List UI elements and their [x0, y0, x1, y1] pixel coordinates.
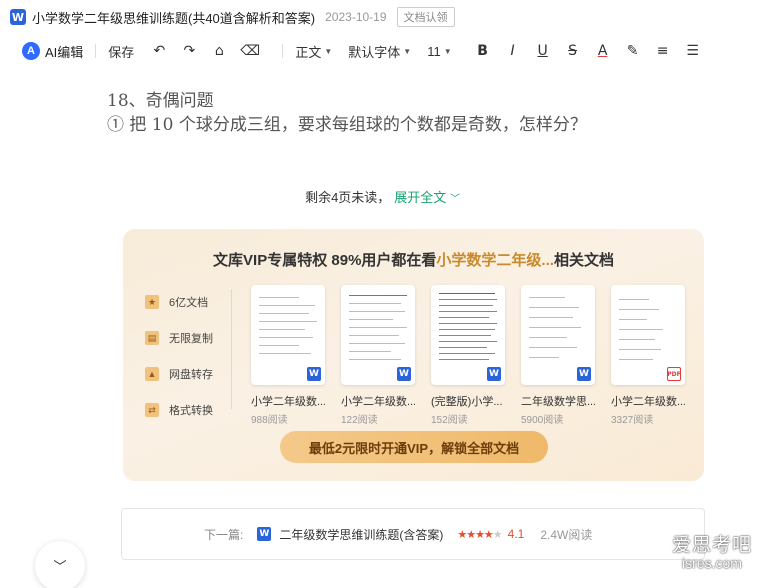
- open-vip-button[interactable]: 最低2元限时开通VIP，解锁全部文档: [280, 431, 548, 463]
- font-family-value: 默认字体: [348, 44, 401, 60]
- toolbar-divider: [282, 44, 284, 58]
- align-icon[interactable]: ≡: [654, 43, 672, 59]
- paragraph-style-value: 正文: [295, 44, 322, 60]
- eraser-icon[interactable]: ⌫: [240, 43, 260, 59]
- related-doc-name: (完整版)小学...: [431, 396, 503, 408]
- format-painter-icon[interactable]: ⌂: [210, 43, 228, 59]
- paragraph-style-select[interactable]: 正文 ▼: [295, 42, 332, 61]
- perk-label: 格式转换: [169, 405, 213, 417]
- vip-headline: 文库VIP专属特权 89%用户都在看小学数学二年级...相关文档: [123, 249, 704, 270]
- doc-thumbnail: PDF: [611, 285, 685, 385]
- related-doc-reads: 5900阅读: [521, 415, 564, 426]
- word-doc-icon: W: [10, 9, 26, 25]
- chevron-down-icon: ▼: [443, 46, 452, 56]
- strikethrough-icon[interactable]: S: [564, 43, 582, 59]
- underline-icon[interactable]: U: [534, 43, 552, 59]
- perk-item: ★ 6亿文档: [145, 284, 235, 320]
- font-size-value: 11: [427, 43, 441, 59]
- cloud-drive-icon: ▲: [145, 367, 159, 381]
- chevron-down-icon: ▼: [403, 46, 412, 56]
- word-format-icon: W: [307, 367, 321, 381]
- related-doc-card[interactable]: PDF 小学二年级数... 3327阅读: [611, 285, 685, 426]
- ai-edit-button[interactable]: A AI编辑: [22, 42, 83, 61]
- related-doc-card[interactable]: W 小学二年级数... 122阅读: [341, 285, 415, 426]
- pdf-format-icon: PDF: [667, 367, 681, 381]
- doc-thumbnail: W: [521, 285, 595, 385]
- word-format-icon: W: [397, 367, 411, 381]
- editor-toolbar: A AI编辑 保存 ↶ ↷ ⌂ ⌫ 正文 ▼ 默认字体 ▼ 11 ▼ B I U S …: [0, 36, 765, 66]
- italic-icon[interactable]: I: [504, 43, 522, 59]
- doc-date: 2023-10-19: [325, 10, 387, 24]
- convert-icon: ⇄: [145, 403, 159, 417]
- chevron-down-icon: ▼: [324, 46, 333, 56]
- vip-perks-list: ★ 6亿文档 ▤ 无限复制 ▲ 网盘转存 ⇄ 格式转换: [145, 284, 235, 428]
- doc-thumbnail: W: [431, 285, 505, 385]
- vip-headline-prefix: 文库VIP专属特权 89%用户都在看: [213, 252, 437, 269]
- site-watermark: 爱思考吧 isres.com: [664, 530, 760, 571]
- scroll-down-button[interactable]: ﹀: [35, 541, 85, 588]
- toolbar-divider: [95, 44, 97, 58]
- question-title: 18、奇偶问题: [107, 91, 214, 111]
- related-doc-reads: 122阅读: [341, 415, 378, 426]
- expand-full-text-link[interactable]: 展开全文 ﹀: [394, 190, 460, 205]
- word-format-icon: W: [577, 367, 591, 381]
- perk-label: 网盘转存: [169, 369, 213, 381]
- word-doc-icon: W: [257, 527, 272, 541]
- font-color-icon[interactable]: A: [594, 43, 612, 59]
- ai-logo-icon: A: [22, 42, 40, 60]
- perk-item: ▲ 网盘转存: [145, 356, 235, 392]
- perks-divider: [231, 289, 232, 409]
- claim-doc-button[interactable]: 文档认领: [396, 7, 455, 27]
- related-doc-card[interactable]: W (完整版)小学... 152阅读: [431, 285, 505, 426]
- remaining-pages-notice: 剩余4页未读， 展开全文 ﹀: [0, 187, 765, 206]
- doc-thumbnail: W: [251, 285, 325, 385]
- next-article-label: 下一篇:: [204, 527, 244, 542]
- related-docs-list: W 小学二年级数... 988阅读 W 小学二年级数... 122阅读 W (完…: [251, 285, 701, 426]
- related-doc-reads: 988阅读: [251, 415, 288, 426]
- related-doc-name: 二年级数学思...: [521, 396, 595, 408]
- chevron-down-icon: ﹀: [449, 194, 460, 205]
- related-doc-name: 小学二年级数...: [341, 396, 415, 408]
- watermark-line-2: isres.com: [682, 555, 742, 571]
- related-doc-name: 小学二年级数...: [251, 396, 325, 408]
- doc-thumbnail: W: [341, 285, 415, 385]
- ai-edit-label: AI编辑: [45, 44, 84, 60]
- redo-icon[interactable]: ↷: [180, 43, 198, 59]
- vip-headline-highlight: 小学数学二年级...: [436, 252, 554, 269]
- perk-label: 无限复制: [169, 333, 213, 345]
- perk-item: ▤ 无限复制: [145, 320, 235, 356]
- font-family-select[interactable]: 默认字体 ▼: [348, 42, 411, 61]
- related-doc-reads: 3327阅读: [611, 415, 654, 426]
- document-body: 18、奇偶问题 ① 把 10 个球分成三组，要求每组球的个数都是奇数，怎样分？: [107, 90, 587, 138]
- undo-icon[interactable]: ↶: [150, 43, 168, 59]
- related-doc-card[interactable]: W 二年级数学思... 5900阅读: [521, 285, 595, 426]
- related-doc-name: 小学二年级数...: [611, 396, 685, 408]
- rating-stars: ★★★★★: [457, 527, 502, 541]
- related-doc-reads: 152阅读: [431, 415, 468, 426]
- rating-score: 4.1: [507, 527, 525, 541]
- font-size-select[interactable]: 11 ▼: [427, 44, 451, 59]
- list-icon[interactable]: ☰: [684, 43, 702, 59]
- chevron-down-icon: ﹀: [53, 559, 67, 574]
- related-doc-card[interactable]: W 小学二年级数... 988阅读: [251, 285, 325, 426]
- vip-promo-card: 文库VIP专属特权 89%用户都在看小学数学二年级...相关文档 ★ 6亿文档 …: [123, 229, 704, 481]
- doc-title: 小学数学二年级思维训练题(共40道含解析和答案): [32, 10, 316, 26]
- question-text: ① 把 10 个球分成三组，要求每组球的个数都是奇数，怎样分？: [107, 115, 587, 135]
- copy-icon: ▤: [145, 331, 159, 345]
- perk-label: 6亿文档: [169, 297, 209, 309]
- next-article-bar[interactable]: 下一篇: W 二年级数学思维训练题(含答案) ★★★★★ 4.1 2.4W阅读: [121, 508, 705, 560]
- star-icon: ★: [145, 295, 159, 309]
- next-article-title: 二年级数学思维训练题(含答案): [279, 527, 444, 542]
- highlight-icon[interactable]: ✎: [624, 43, 642, 59]
- remaining-pages-text: 剩余4页未读，: [305, 190, 391, 205]
- expand-label: 展开全文: [394, 190, 447, 205]
- bold-icon[interactable]: B: [474, 43, 492, 59]
- next-article-reads: 2.4W阅读: [540, 527, 593, 542]
- vip-headline-suffix: 相关文档: [553, 252, 614, 269]
- perk-item: ⇄ 格式转换: [145, 392, 235, 428]
- word-format-icon: W: [487, 367, 501, 381]
- watermark-line-1: 爱思考吧: [671, 535, 752, 556]
- save-button[interactable]: 保存: [108, 42, 134, 61]
- title-bar: W 小学数学二年级思维训练题(共40道含解析和答案) 2023-10-19 文档…: [0, 0, 765, 34]
